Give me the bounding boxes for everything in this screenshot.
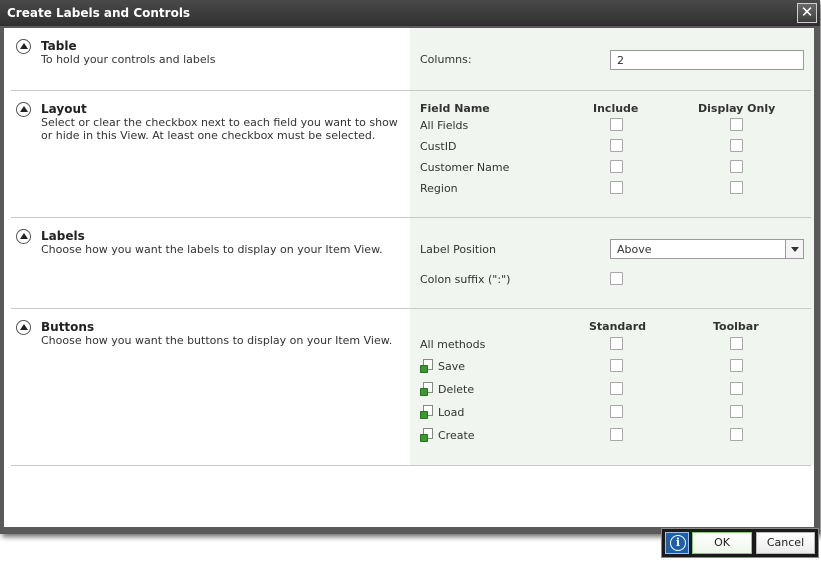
close-icon: ✕ — [800, 3, 814, 21]
close-button[interactable]: ✕ — [797, 3, 817, 23]
standard-checkbox[interactable] — [610, 359, 623, 372]
dialog: Create Labels and Controls ✕ Table To ho… — [0, 0, 820, 534]
method-icon — [420, 405, 434, 419]
include-checkbox[interactable] — [610, 181, 623, 194]
include-checkbox[interactable] — [610, 139, 623, 152]
method-label: Load — [438, 406, 465, 419]
method-icon — [420, 428, 434, 442]
all-methods-toolbar-checkbox[interactable] — [730, 337, 743, 350]
collapse-table-toggle-icon[interactable] — [16, 39, 31, 54]
standard-checkbox[interactable] — [610, 382, 623, 395]
ok-button[interactable]: OK — [692, 532, 752, 554]
section-layout: Layout Select or clear the checkbox next… — [11, 91, 811, 218]
col-header-field-name: Field Name — [420, 102, 490, 115]
dialog-title: Create Labels and Controls — [7, 6, 191, 20]
all-methods-standard-checkbox[interactable] — [610, 337, 623, 350]
columns-label: Columns: — [420, 53, 472, 66]
toolbar-checkbox[interactable] — [730, 428, 743, 441]
toolbar-checkbox[interactable] — [730, 359, 743, 372]
field-label: Customer Name — [420, 161, 510, 174]
collapse-layout-toggle-icon[interactable] — [16, 102, 31, 117]
method-label: Create — [438, 429, 475, 442]
col-header-standard: Standard — [589, 320, 647, 333]
section-desc-buttons: Choose how you want the buttons to displ… — [41, 334, 393, 347]
collapse-buttons-toggle-icon[interactable] — [16, 320, 31, 335]
dialog-title-bar: Create Labels and Controls — [0, 0, 820, 26]
dialog-content: Table To hold your controls and labels C… — [4, 28, 814, 527]
col-header-include: Include — [593, 102, 639, 115]
method-label: Save — [438, 360, 466, 373]
standard-checkbox[interactable] — [610, 428, 623, 441]
field-label: All Fields — [420, 119, 469, 132]
all-methods-label: All methods — [420, 338, 486, 351]
method-icon — [420, 382, 434, 396]
section-title-table: Table — [41, 39, 77, 53]
section-desc-layout: Select or clear the checkbox next to eac… — [41, 116, 398, 142]
display-only-checkbox[interactable] — [730, 181, 743, 194]
col-header-toolbar: Toolbar — [713, 320, 759, 333]
columns-input[interactable] — [610, 50, 804, 70]
standard-checkbox[interactable] — [610, 405, 623, 418]
display-only-checkbox[interactable] — [730, 118, 743, 131]
toolbar-checkbox[interactable] — [730, 382, 743, 395]
method-icon — [420, 359, 434, 373]
include-checkbox[interactable] — [610, 160, 623, 173]
section-buttons: Buttons Choose how you want the buttons … — [11, 309, 811, 466]
field-label: CustID — [420, 140, 457, 153]
collapse-labels-toggle-icon[interactable] — [16, 229, 31, 244]
label-position-value: Above — [617, 243, 652, 256]
toolbar-checkbox[interactable] — [730, 405, 743, 418]
info-icon: i — [670, 535, 686, 551]
section-title-buttons: Buttons — [41, 320, 95, 334]
label-position-select[interactable]: Above — [610, 239, 804, 259]
colon-suffix-checkbox[interactable] — [610, 272, 623, 285]
section-desc-table: To hold your controls and labels — [41, 53, 216, 66]
display-only-checkbox[interactable] — [730, 139, 743, 152]
display-only-checkbox[interactable] — [730, 160, 743, 173]
dialog-footer: i OK Cancel — [661, 528, 819, 558]
include-checkbox[interactable] — [610, 118, 623, 131]
label-position-label: Label Position — [420, 243, 497, 256]
cancel-button[interactable]: Cancel — [756, 532, 815, 554]
section-desc-labels: Choose how you want the labels to displa… — [41, 243, 383, 256]
section-table: Table To hold your controls and labels C… — [11, 28, 811, 91]
field-label: Region — [420, 182, 458, 195]
section-title-layout: Layout — [41, 102, 87, 116]
section-title-labels: Labels — [41, 229, 85, 243]
colon-suffix-label: Colon suffix (":") — [420, 273, 511, 286]
col-header-display-only: Display Only — [698, 102, 776, 115]
section-labels: Labels Choose how you want the labels to… — [11, 218, 811, 309]
info-button[interactable]: i — [665, 532, 689, 554]
method-label: Delete — [438, 383, 475, 396]
chevron-down-icon[interactable] — [785, 240, 803, 258]
